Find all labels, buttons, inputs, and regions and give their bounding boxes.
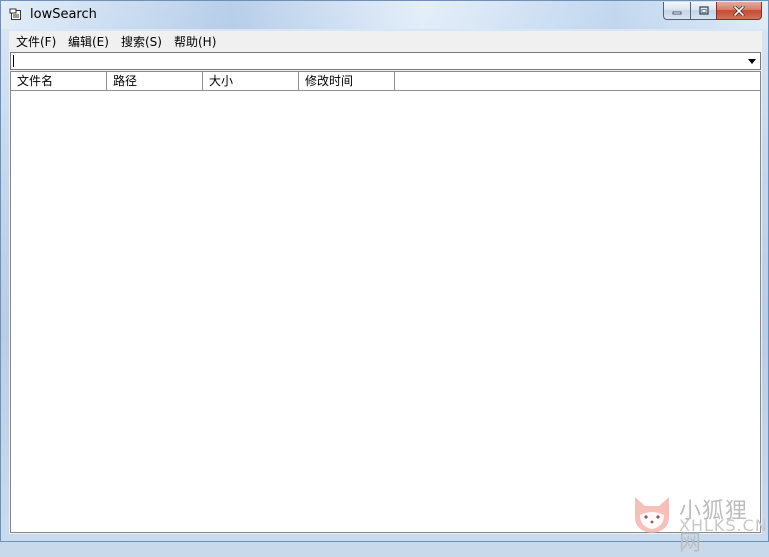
client-area: 文件名 路径 大小 修改时间 [9,50,762,534]
column-size[interactable]: 大小 [203,72,299,90]
chevron-down-icon [747,58,756,64]
list-header: 文件名 路径 大小 修改时间 [11,72,760,91]
column-path[interactable]: 路径 [107,72,203,90]
minimize-button[interactable] [663,2,690,20]
menu-edit[interactable]: 编辑(E) [66,33,111,50]
text-caret [13,55,14,67]
minimize-icon [672,11,682,14]
watermark: 小狐狸网 XHLKS.CN [629,491,767,556]
watermark-en-text: XHLKS.CN [679,516,768,535]
close-icon [733,5,745,16]
maximize-icon [698,5,709,15]
menu-file[interactable]: 文件(F) [14,33,58,50]
menu-help[interactable]: 帮助(H) [172,33,218,50]
maximize-button[interactable] [690,2,716,20]
app-window: lowSearch 文件(F) 编辑(E) 搜索(S) 帮助(H) 文件名 路径… [0,0,769,542]
results-list[interactable]: 文件名 路径 大小 修改时间 [10,71,761,533]
title-bar[interactable]: lowSearch [1,1,768,29]
fox-logo-icon [635,497,669,533]
app-icon[interactable] [9,8,23,22]
column-modified-time[interactable]: 修改时间 [299,72,395,90]
menu-bar: 文件(F) 编辑(E) 搜索(S) 帮助(H) [9,31,762,51]
dropdown-button[interactable] [743,53,760,69]
menu-search[interactable]: 搜索(S) [119,33,164,50]
close-button[interactable] [716,2,762,20]
window-title: lowSearch [30,7,97,22]
caption-buttons [663,2,762,20]
search-combobox[interactable] [10,52,761,70]
column-filename[interactable]: 文件名 [11,72,107,90]
